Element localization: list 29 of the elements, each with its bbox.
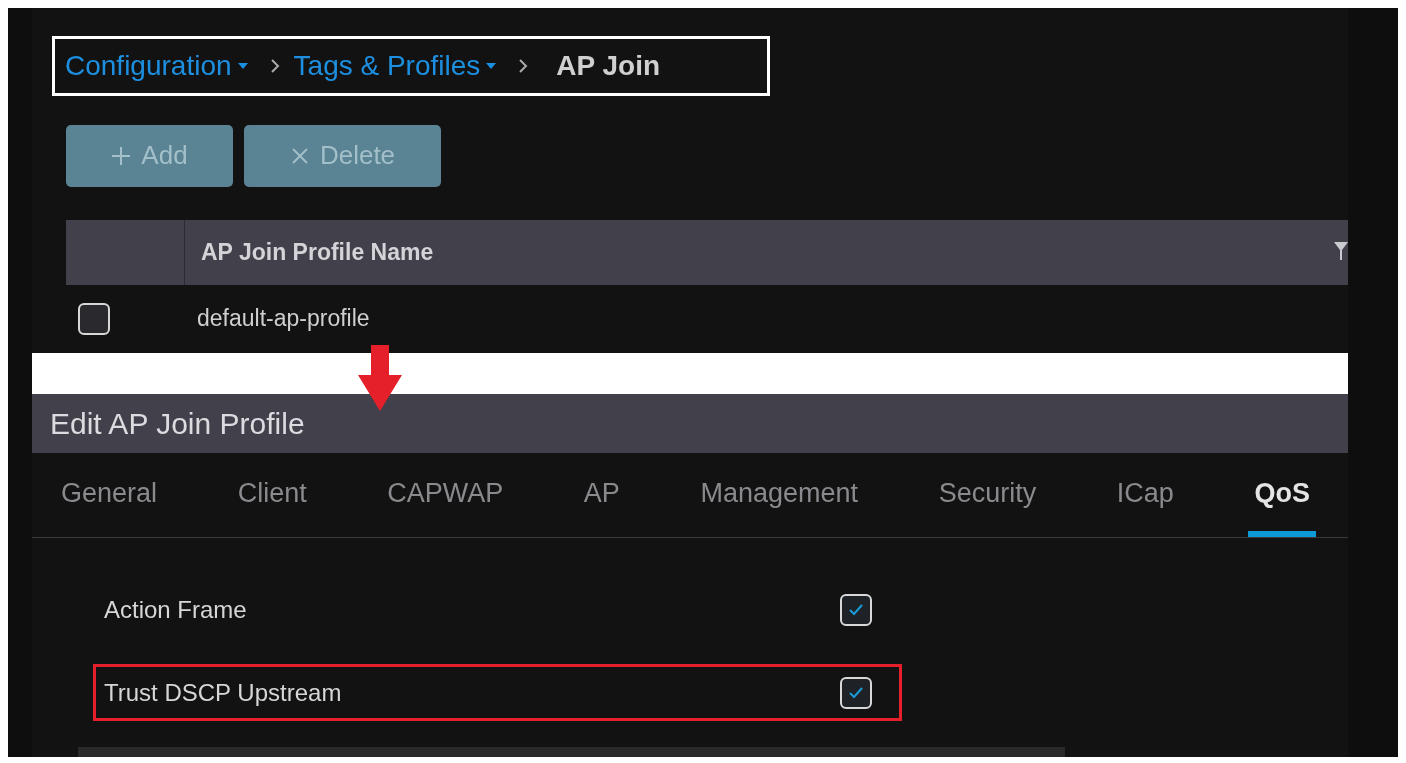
checkbox[interactable] [78,302,110,335]
tab[interactable]: General [55,465,164,538]
chevron-right-icon [269,57,280,74]
tab[interactable]: AP [577,465,626,538]
tab[interactable]: Management [694,465,865,538]
tab[interactable]: QoS [1248,465,1316,538]
caret-icon [237,62,248,69]
tab[interactable]: Security [932,465,1043,538]
checkmark-icon [848,685,864,700]
tab[interactable]: ICap [1110,465,1180,538]
breadcrumb-link[interactable]: Tags & Profiles [293,44,497,87]
checkmark-icon [848,602,864,617]
panel-title: Edit AP Join Profile [50,405,305,442]
breadcrumb-current: AP Join [556,48,661,83]
scrollbar[interactable] [78,747,1065,757]
caret-icon [486,62,497,69]
setting-label: Trust DSCP Upstream [104,677,343,708]
down-arrow-icon [358,345,402,411]
close-icon [289,145,310,166]
tab[interactable]: Client [231,465,313,538]
column-header: AP Join Profile Name [201,237,434,267]
breadcrumb-link[interactable]: Configuration [65,44,248,87]
table-cell-text: default-ap-profile [197,304,370,334]
chevron-right-icon [518,57,529,74]
plus-icon [111,145,132,166]
checkbox[interactable] [840,593,872,626]
setting-label: Action Frame [104,594,248,625]
checkbox[interactable] [840,676,872,709]
tab[interactable]: CAPWAP [381,465,510,538]
